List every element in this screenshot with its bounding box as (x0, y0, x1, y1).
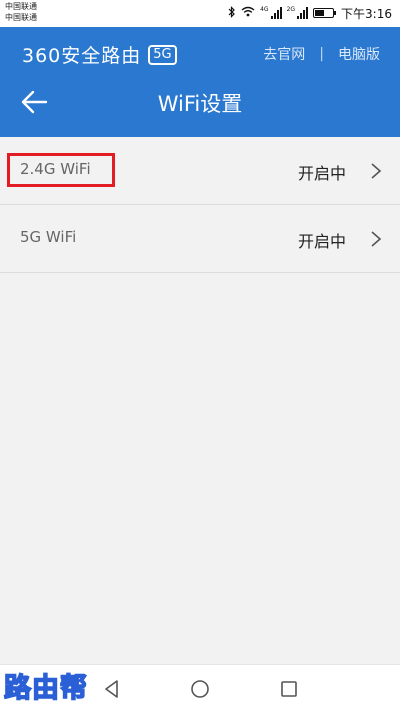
carrier-2: 中国联通 (5, 13, 37, 22)
wifi-name-label: 5G WiFi (20, 228, 77, 246)
link-separator: | (319, 46, 324, 62)
signal-icon: 2G (287, 7, 309, 19)
wifi-status-label: 开启中 (297, 164, 346, 183)
status-bar: 中国联通 中国联通 4G 2G 下午3:16 (0, 0, 400, 27)
list-item-wifi-5g[interactable]: 5G WiFi 开启中 (0, 205, 400, 273)
carrier-1: 中国联通 (5, 2, 37, 11)
signal-icon: 4G (260, 7, 282, 19)
home-circle-icon[interactable] (188, 677, 212, 701)
wifi-icon (241, 6, 255, 20)
bluetooth-icon (228, 5, 236, 21)
status-icons: 4G 2G 下午3:16 (228, 5, 392, 21)
pc-version-link[interactable]: 电脑版 (338, 44, 380, 64)
page-title: WiFi设置 (157, 92, 243, 116)
official-site-link[interactable]: 去官网 (263, 44, 305, 64)
chevron-right-icon (370, 230, 382, 248)
highlight-box (7, 153, 115, 187)
wifi-status-label: 开启中 (297, 232, 346, 251)
carrier-info: 中国联通 中国联通 (5, 1, 37, 23)
top-links: 去官网 | 电脑版 (263, 44, 380, 64)
brand-text: 360安全路由 (22, 45, 142, 67)
battery-icon (313, 8, 337, 18)
clock: 下午3:16 (341, 6, 392, 21)
list-item-wifi-2g[interactable]: 2.4G WiFi 开启中 (0, 137, 400, 205)
recents-square-icon[interactable] (277, 677, 301, 701)
navigation-bar: 路由帮 (0, 664, 400, 711)
brand-logo: 360安全路由 5G (22, 41, 177, 68)
chevron-right-icon (370, 162, 382, 180)
brand-badge: 5G (148, 44, 177, 65)
back-triangle-icon[interactable] (100, 677, 124, 701)
app-header: 360安全路由 5G 去官网 | 电脑版 WiFi设置 (0, 27, 400, 137)
wifi-list: 2.4G WiFi 开启中 5G WiFi 开启中 (0, 137, 400, 273)
watermark-logo: 路由帮 (3, 672, 88, 705)
